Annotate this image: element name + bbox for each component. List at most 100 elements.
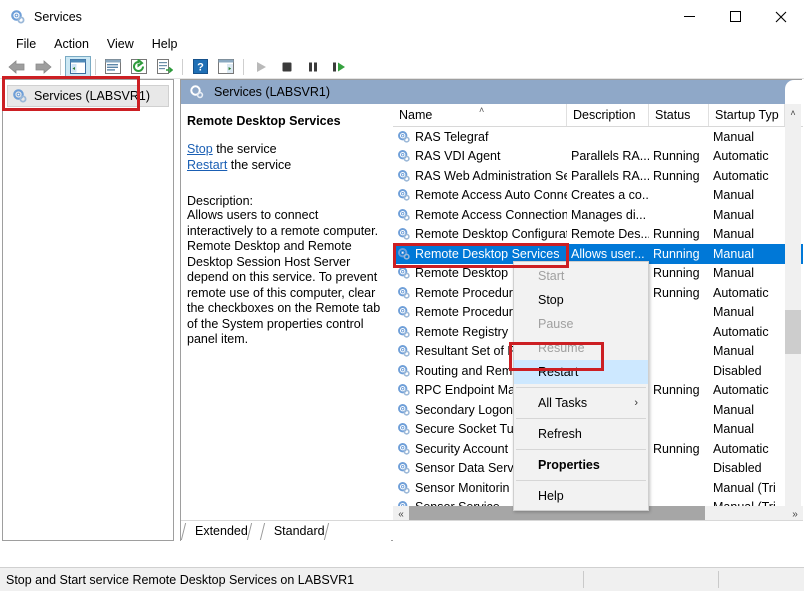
menu-view[interactable]: View: [98, 35, 143, 53]
context-menu-item-stop[interactable]: Stop: [514, 288, 648, 312]
tab-standard[interactable]: Standard: [260, 523, 337, 540]
service-context-menu: Start Stop Pause Resume Restart All Task…: [513, 261, 649, 511]
column-header-startup-type[interactable]: Startup Typ: [709, 104, 785, 126]
window-controls: [666, 0, 804, 33]
service-gear-icon: [397, 208, 411, 222]
cell-startup-type: Manual: [709, 130, 785, 144]
context-menu-item-refresh[interactable]: Refresh: [514, 422, 648, 446]
cell-startup-type: Manual: [709, 208, 785, 222]
cell-startup-type: Manual: [709, 403, 785, 417]
column-header-description[interactable]: Description: [567, 104, 649, 126]
service-gear-icon: [397, 130, 411, 144]
service-gear-icon: [397, 403, 411, 417]
pane-header-title: Services (LABSVR1): [214, 85, 330, 99]
restart-service-link[interactable]: Restart: [187, 158, 227, 172]
restart-service-suffix: the service: [227, 158, 291, 172]
show-action-pane-icon[interactable]: [213, 56, 239, 78]
service-details-panel: Remote Desktop Services Stop the service…: [181, 104, 391, 542]
service-name-label: RAS Telegraf: [415, 130, 488, 144]
context-menu-item-properties[interactable]: Properties: [514, 453, 648, 477]
table-row[interactable]: Remote Desktop Configurat...Remote Des..…: [393, 225, 803, 245]
vertical-scrollbar[interactable]: ˄ ˅: [785, 104, 801, 524]
cell-description: Manages di...: [567, 208, 649, 222]
cell-description: Allows user...: [567, 247, 649, 261]
minimize-button[interactable]: [666, 0, 712, 33]
context-menu-item-all-tasks-label: All Tasks: [538, 396, 587, 410]
pane-header: Services (LABSVR1): [181, 80, 803, 104]
menu-action[interactable]: Action: [45, 35, 98, 53]
menu-file[interactable]: File: [7, 35, 45, 53]
context-menu-separator: [516, 418, 646, 419]
cell-startup-type: Manual: [709, 247, 785, 261]
cell-startup-type: Automatic: [709, 325, 785, 339]
forward-arrow-icon[interactable]: [30, 56, 56, 78]
column-header-status[interactable]: Status: [649, 104, 709, 126]
service-gear-icon: [397, 383, 411, 397]
context-menu-item-resume[interactable]: Resume: [514, 336, 648, 360]
close-button[interactable]: [758, 0, 804, 33]
menu-help[interactable]: Help: [143, 35, 187, 53]
cell-status: Running: [649, 266, 709, 280]
service-name-label: Security Account: [415, 442, 508, 456]
service-name-label: Remote Access Auto Conne...: [415, 188, 567, 202]
help-icon[interactable]: ?: [187, 56, 213, 78]
back-arrow-icon[interactable]: [4, 56, 30, 78]
service-name-label: Remote Access Connection...: [415, 208, 567, 222]
maximize-button[interactable]: [712, 0, 758, 33]
scroll-up-icon[interactable]: ˄: [785, 104, 801, 121]
cell-startup-type: Automatic: [709, 383, 785, 397]
service-name-label: Sensor Monitorin: [415, 481, 510, 495]
vertical-scroll-thumb[interactable]: [785, 310, 801, 354]
context-menu-item-start[interactable]: Start: [514, 264, 648, 288]
table-row[interactable]: RAS Web Administration Se...Parallels RA…: [393, 166, 803, 186]
cell-startup-type: Manual (Tri: [709, 481, 785, 495]
cell-startup-type: Manual: [709, 188, 785, 202]
cell-status: Running: [649, 383, 709, 397]
context-menu-item-all-tasks[interactable]: All Tasks ›: [514, 391, 648, 415]
stop-service-icon[interactable]: [274, 56, 300, 78]
stop-service-line: Stop the service: [187, 142, 381, 156]
stop-service-link[interactable]: Stop: [187, 142, 213, 156]
cell-service-name: RAS Web Administration Se...: [393, 169, 567, 183]
sidebar-item-services-root[interactable]: Services (LABSVR1): [7, 85, 169, 107]
start-service-icon[interactable]: [248, 56, 274, 78]
context-menu-separator: [516, 387, 646, 388]
context-menu-item-pause[interactable]: Pause: [514, 312, 648, 336]
context-menu-separator: [516, 449, 646, 450]
cell-status: Running: [649, 227, 709, 241]
service-name-label: Remote Registry: [415, 325, 508, 339]
service-gear-icon: [397, 305, 411, 319]
table-row[interactable]: RAS Telegraf Manual: [393, 127, 803, 147]
services-gear-icon: [189, 84, 205, 100]
cell-description: Remote Des...: [567, 227, 649, 241]
cell-startup-type: Automatic: [709, 286, 785, 300]
show-hide-console-tree-icon[interactable]: [65, 56, 91, 78]
cell-startup-type: Disabled: [709, 364, 785, 378]
title-bar: Services: [0, 0, 804, 33]
context-menu-item-help[interactable]: Help: [514, 484, 648, 508]
cell-startup-type: Automatic: [709, 169, 785, 183]
toolbar-separator: [95, 59, 96, 75]
cell-status: Running: [649, 442, 709, 456]
service-gear-icon: [397, 461, 411, 475]
table-row[interactable]: Remote Access Auto Conne...Creates a co.…: [393, 186, 803, 206]
view-tabs: Extended Standard: [181, 520, 803, 540]
refresh-icon[interactable]: [126, 56, 152, 78]
context-menu-separator: [516, 480, 646, 481]
restart-service-icon[interactable]: [326, 56, 352, 78]
pause-service-icon[interactable]: [300, 56, 326, 78]
context-menu-item-restart[interactable]: Restart: [514, 360, 648, 384]
stop-service-suffix: the service: [213, 142, 277, 156]
service-name-label: Resultant Set of P: [415, 344, 516, 358]
status-bar-text: Stop and Start service Remote Desktop Se…: [0, 573, 354, 587]
properties-icon[interactable]: [100, 56, 126, 78]
cell-service-name: RAS Telegraf: [393, 130, 567, 144]
column-header-name[interactable]: Name ˄: [393, 104, 567, 126]
tab-extended[interactable]: Extended: [181, 523, 260, 540]
menu-bar: File Action View Help: [0, 33, 804, 55]
export-list-icon[interactable]: [152, 56, 178, 78]
table-row[interactable]: Remote Access Connection...Manages di...…: [393, 205, 803, 225]
table-row[interactable]: RAS VDI AgentParallels RA...RunningAutom…: [393, 147, 803, 167]
cell-status: Running: [649, 247, 709, 261]
service-name-label: Remote Desktop Configurat...: [415, 227, 567, 241]
